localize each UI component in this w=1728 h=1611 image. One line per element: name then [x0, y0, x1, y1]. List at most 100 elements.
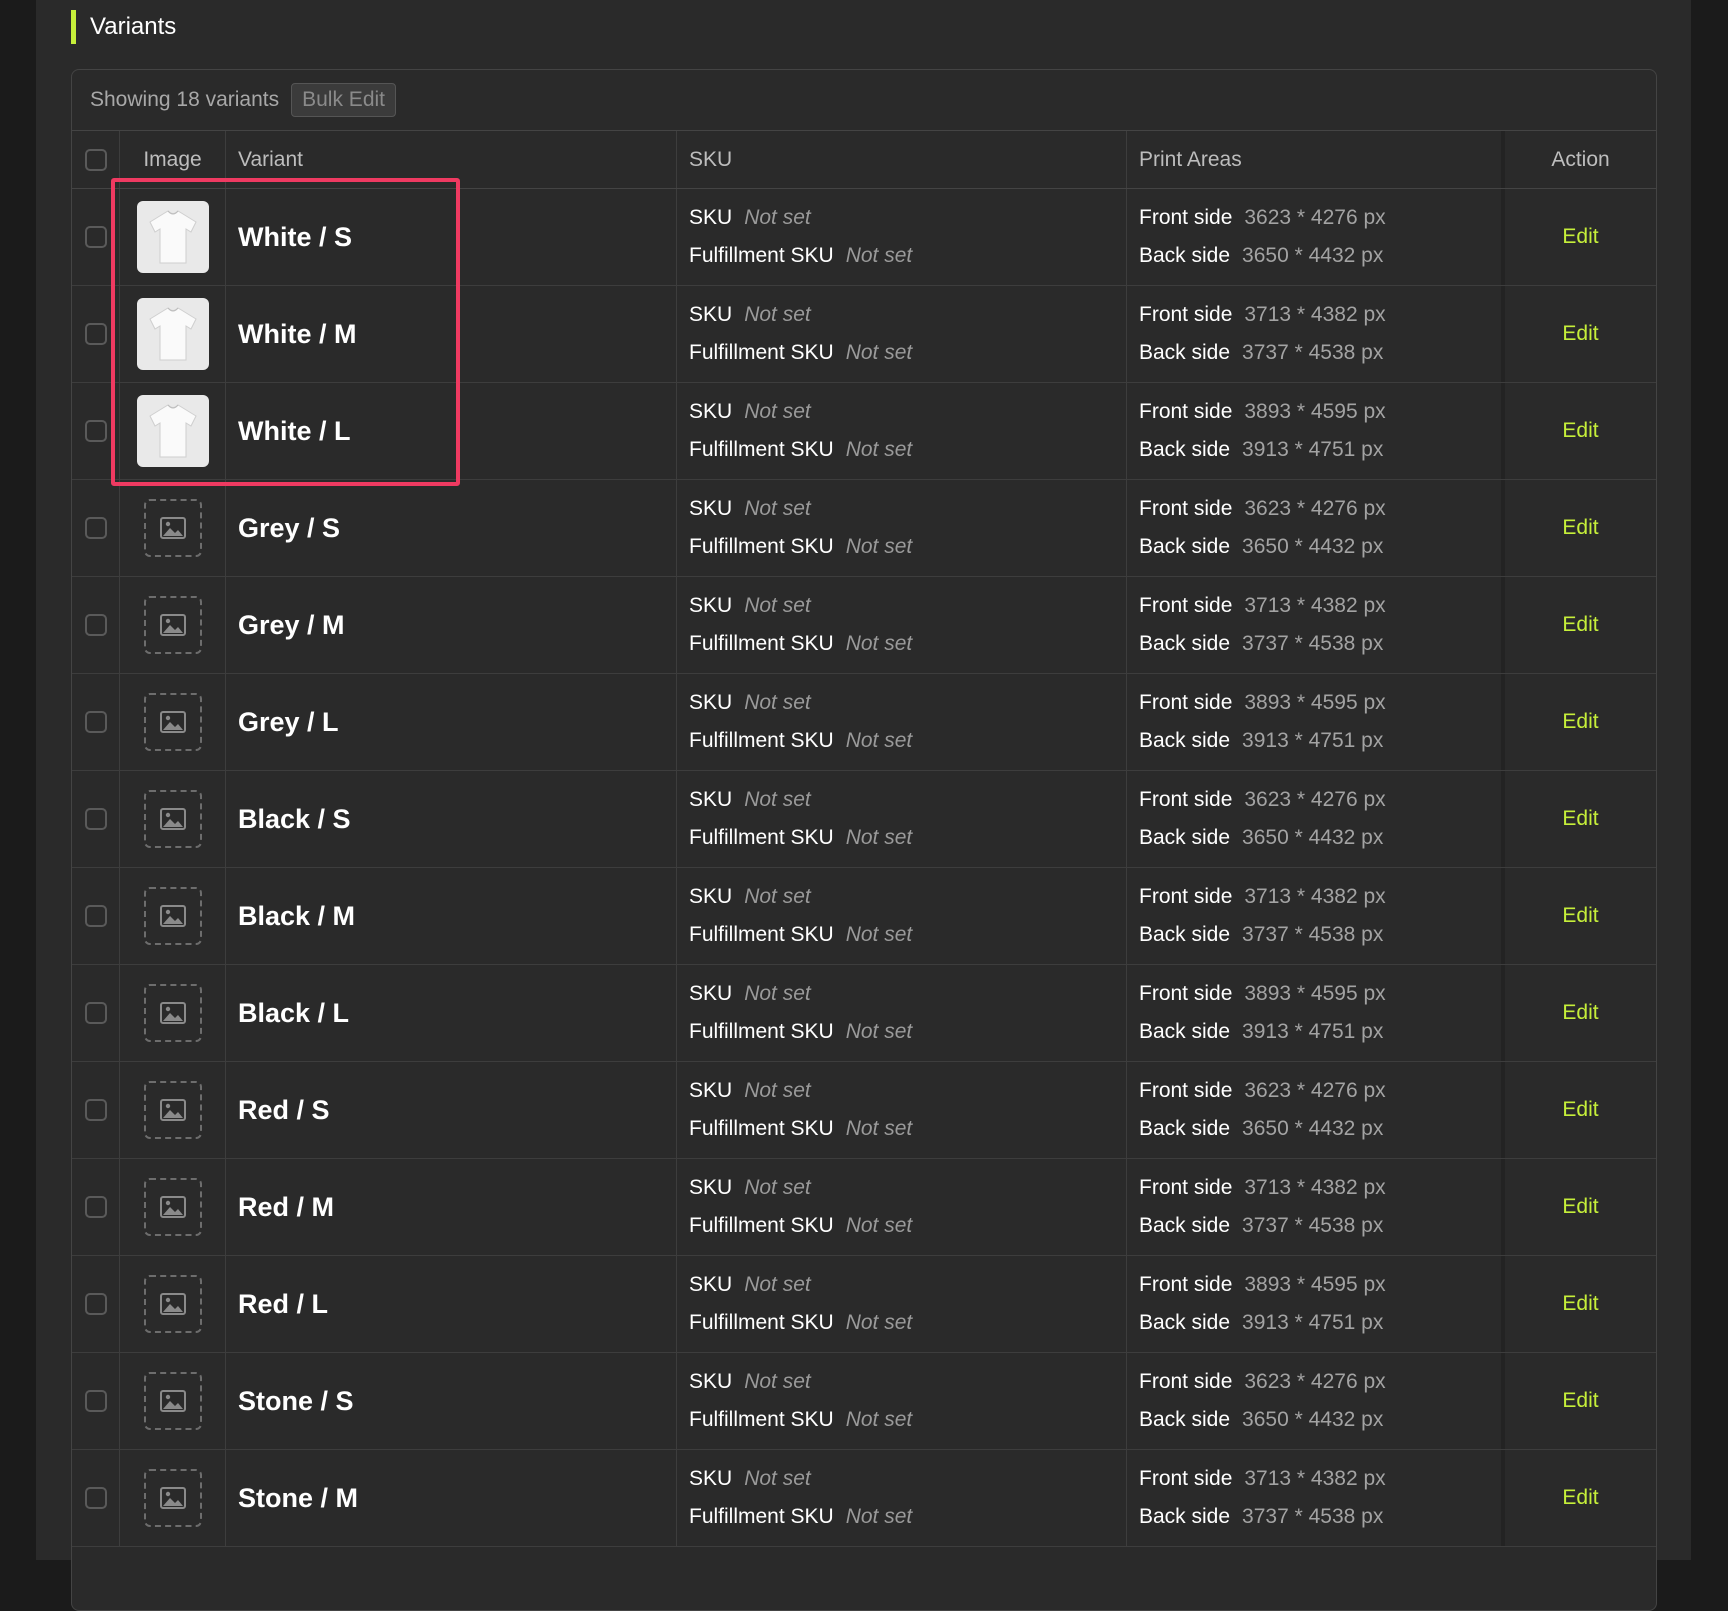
variant-name: Black / S	[238, 803, 351, 834]
row-print-areas-cell: Front side 3893 * 4595 px Back side 3913…	[1127, 383, 1505, 479]
image-placeholder-svg	[159, 1002, 186, 1024]
row-image-cell	[120, 577, 226, 673]
back-side-size: 3913 * 4751 px	[1242, 1311, 1384, 1334]
edit-link[interactable]: Edit	[1562, 225, 1598, 249]
image-placeholder-icon[interactable]	[143, 499, 202, 557]
row-print-areas-cell: Front side 3713 * 4382 px Back side 3737…	[1127, 1450, 1505, 1546]
sku-line: SKU Not set	[689, 1363, 811, 1401]
variant-count-text: Showing 18 variants	[90, 88, 280, 111]
fulfillment-sku-value: Not set	[845, 632, 913, 655]
row-action-cell: Edit	[1505, 1256, 1656, 1352]
row-checkbox[interactable]	[84, 1293, 107, 1315]
image-placeholder-icon[interactable]	[143, 1081, 202, 1139]
row-sku-cell: SKU Not set Fulfillment SKU Not set	[677, 1450, 1127, 1546]
front-side-line: Front side 3623 * 4276 px	[1139, 1072, 1386, 1110]
row-checkbox[interactable]	[84, 1390, 107, 1412]
select-all-checkbox[interactable]	[84, 148, 107, 171]
back-side-label: Back side	[1139, 1505, 1231, 1528]
edit-link[interactable]: Edit	[1562, 904, 1598, 928]
sku-line: SKU Not set	[689, 296, 811, 334]
fulfillment-sku-line: Fulfillment SKU Not set	[689, 528, 912, 566]
edit-link[interactable]: Edit	[1562, 322, 1598, 346]
back-side-label: Back side	[1139, 632, 1231, 655]
row-sku-cell: SKU Not set Fulfillment SKU Not set	[677, 480, 1127, 576]
edit-link[interactable]: Edit	[1562, 1195, 1598, 1219]
back-side-line: Back side 3737 * 4538 px	[1139, 916, 1383, 954]
front-side-line: Front side 3713 * 4382 px	[1139, 1460, 1386, 1498]
edit-link[interactable]: Edit	[1562, 419, 1598, 443]
image-placeholder-icon[interactable]	[143, 887, 202, 945]
row-variant-cell: Stone / S	[226, 1353, 677, 1449]
front-side-size: 3713 * 4382 px	[1244, 1176, 1386, 1199]
edit-link[interactable]: Edit	[1562, 1292, 1598, 1316]
sku-label: SKU	[689, 206, 733, 229]
bulk-edit-button[interactable]: Bulk Edit	[291, 83, 396, 117]
table-row: Black / S SKU Not set Fulfillment SKU No…	[72, 771, 1656, 868]
row-checkbox[interactable]	[84, 226, 107, 248]
sku-label: SKU	[689, 400, 733, 423]
row-checkbox[interactable]	[84, 614, 107, 636]
image-placeholder-icon[interactable]	[143, 984, 202, 1042]
row-sku-cell: SKU Not set Fulfillment SKU Not set	[677, 1353, 1127, 1449]
row-check-cell	[72, 1062, 120, 1158]
variant-name: Grey / L	[238, 706, 339, 737]
image-placeholder-icon[interactable]	[143, 790, 202, 848]
front-side-label: Front side	[1139, 1467, 1233, 1490]
row-print-areas-cell: Front side 3713 * 4382 px Back side 3737…	[1127, 1159, 1505, 1255]
fulfillment-sku-value: Not set	[845, 923, 913, 946]
image-placeholder-icon[interactable]	[143, 1178, 202, 1236]
row-action-cell: Edit	[1505, 383, 1656, 479]
header-sku: SKU	[677, 131, 1127, 188]
image-placeholder-icon[interactable]	[143, 1469, 202, 1527]
row-checkbox[interactable]	[84, 1196, 107, 1218]
edit-link[interactable]: Edit	[1562, 516, 1598, 540]
variant-name: Stone / M	[238, 1482, 358, 1513]
row-checkbox[interactable]	[84, 808, 107, 830]
row-checkbox[interactable]	[84, 323, 107, 345]
image-placeholder-icon[interactable]	[143, 596, 202, 654]
row-checkbox[interactable]	[84, 711, 107, 733]
edit-link[interactable]: Edit	[1562, 1098, 1598, 1122]
back-side-size: 3913 * 4751 px	[1242, 438, 1384, 461]
row-checkbox[interactable]	[84, 1487, 107, 1509]
back-side-size: 3913 * 4751 px	[1242, 729, 1384, 752]
row-variant-cell: Grey / M	[226, 577, 677, 673]
fulfillment-sku-label: Fulfillment SKU	[689, 826, 834, 849]
row-checkbox[interactable]	[84, 517, 107, 539]
header-image: Image	[120, 131, 226, 188]
edit-link[interactable]: Edit	[1562, 1001, 1598, 1025]
row-check-cell	[72, 1159, 120, 1255]
fulfillment-sku-line: Fulfillment SKU Not set	[689, 1401, 912, 1439]
row-image-cell	[120, 1450, 226, 1546]
front-side-label: Front side	[1139, 1370, 1233, 1393]
row-checkbox[interactable]	[84, 905, 107, 927]
image-placeholder-icon[interactable]	[143, 1275, 202, 1333]
image-placeholder-svg	[159, 614, 186, 636]
image-placeholder-icon[interactable]	[143, 693, 202, 751]
edit-link[interactable]: Edit	[1562, 1389, 1598, 1413]
row-checkbox[interactable]	[84, 1002, 107, 1024]
edit-link[interactable]: Edit	[1562, 710, 1598, 734]
edit-link[interactable]: Edit	[1562, 807, 1598, 831]
edit-link[interactable]: Edit	[1562, 1486, 1598, 1510]
front-side-label: Front side	[1139, 885, 1233, 908]
fulfillment-sku-label: Fulfillment SKU	[689, 341, 834, 364]
fulfillment-sku-value: Not set	[845, 729, 913, 752]
row-check-cell	[72, 189, 120, 285]
row-checkbox[interactable]	[84, 420, 107, 442]
front-side-line: Front side 3893 * 4595 px	[1139, 975, 1386, 1013]
edit-link[interactable]: Edit	[1562, 613, 1598, 637]
image-placeholder-icon[interactable]	[143, 1372, 202, 1430]
row-print-areas-cell: Front side 3713 * 4382 px Back side 3737…	[1127, 868, 1505, 964]
back-side-line: Back side 3737 * 4538 px	[1139, 625, 1383, 663]
back-side-line: Back side 3650 * 4432 px	[1139, 1401, 1383, 1439]
variant-name: Grey / M	[238, 609, 345, 640]
image-placeholder-svg	[159, 517, 186, 539]
variant-thumbnail	[136, 298, 209, 370]
table-row: Grey / M SKU Not set Fulfillment SKU Not…	[72, 577, 1656, 674]
fulfillment-sku-label: Fulfillment SKU	[689, 438, 834, 461]
row-checkbox[interactable]	[84, 1099, 107, 1121]
fulfillment-sku-line: Fulfillment SKU Not set	[689, 334, 912, 372]
back-side-line: Back side 3913 * 4751 px	[1139, 722, 1383, 760]
sku-line: SKU Not set	[689, 781, 811, 819]
